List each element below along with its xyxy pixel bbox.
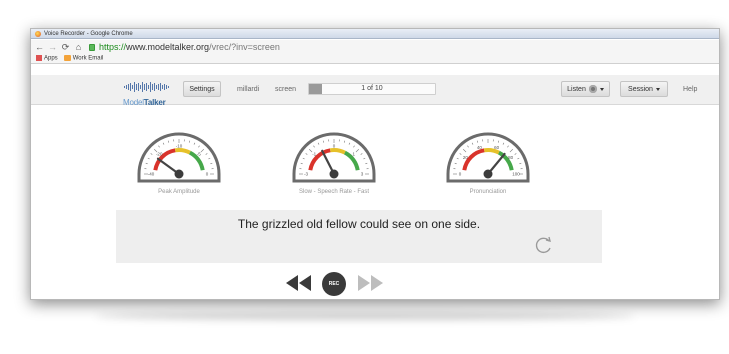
logo-wordmark: ModelTalker	[123, 98, 171, 107]
logo-text-model: Model	[123, 98, 144, 107]
settings-button-label: Settings	[189, 85, 215, 93]
listen-button-label: Listen	[567, 85, 586, 93]
prompt-panel: The grizzled old fellow could see on one…	[116, 210, 602, 263]
gauge-hub	[329, 169, 339, 179]
modeltalker-logo[interactable]: ModelTalker	[123, 79, 171, 107]
refresh-icon[interactable]	[534, 235, 554, 255]
url-host: www.modeltalker.org	[126, 42, 210, 52]
gauge-scale-label: -5	[197, 152, 201, 157]
home-icon[interactable]: ⌂	[74, 42, 83, 52]
gauge-scale-label: -40	[148, 172, 155, 177]
listen-button[interactable]: Listen	[561, 81, 610, 97]
pronunciation-gauge: 02040 6080100	[446, 132, 530, 183]
gauge-scale-label: -3	[304, 172, 308, 177]
bookmark-apps-label: Apps	[44, 55, 58, 62]
gauge-scale-label: 40	[477, 145, 483, 150]
reload-icon[interactable]: ⟳	[61, 42, 70, 52]
bookmark-work-email-label: Work Email	[72, 55, 104, 62]
logo-text-talker: Talker	[143, 98, 166, 107]
gauge-scale-label: -10	[176, 144, 183, 149]
waveform-logo-icon	[124, 82, 169, 92]
window-title: Voice Recorder - Google Chrome	[44, 30, 133, 37]
pronunciation-label: Pronunciation	[469, 189, 507, 195]
office-mail-icon	[63, 55, 71, 62]
username: millardi	[237, 86, 260, 93]
chrome-favicon-icon	[35, 30, 41, 37]
back-arrow-icon[interactable]: ←	[35, 42, 44, 52]
apps-grid-icon	[36, 55, 42, 62]
session-button[interactable]: Session	[620, 81, 668, 97]
settings-button[interactable]: Settings	[183, 81, 221, 97]
url-scheme: https://	[99, 42, 127, 52]
secure-lock-icon[interactable]	[89, 43, 95, 51]
session-button-label: Session	[628, 85, 653, 93]
window-drop-shadow	[95, 312, 635, 320]
gauge-scale-label: -20	[156, 152, 163, 157]
peak-amplitude-gauge: -40-20-10-50	[137, 132, 221, 183]
gauge-scale-label: 60	[494, 145, 500, 150]
bookmarks-bar: Apps Work Email	[31, 54, 719, 64]
gauge-scale-label: 80	[508, 155, 514, 160]
speech-rate-gauge: -3-1013	[292, 132, 376, 183]
peak-amplitude-label: Peak Amplitude	[158, 189, 200, 195]
chevron-down-icon	[599, 87, 604, 91]
browser-titlebar: Voice Recorder - Google Chrome	[31, 29, 719, 39]
gauge-scale-label: -1	[312, 152, 316, 157]
gauge-scale-label: 20	[463, 155, 469, 160]
gauge-scale-label: 100	[512, 172, 520, 177]
url-path: /vrec/?inv=screen	[209, 42, 280, 52]
app-navbar: ModelTalker Settings millardi screen 1 o…	[31, 75, 719, 107]
prompt-sentence: The grizzled old fellow could see on one…	[237, 217, 481, 231]
record-button-label: REC	[328, 281, 340, 287]
record-button[interactable]: REC	[322, 272, 346, 296]
fast-forward-icon[interactable]	[355, 271, 385, 295]
session-progress-bar: 1 of 10	[308, 83, 436, 95]
bookmark-work-email[interactable]: Work Email	[63, 55, 104, 62]
recording-controls: REC	[31, 271, 719, 296]
speech-rate-label: Slow - Speech Rate - Fast	[298, 189, 370, 195]
browser-window: Voice Recorder - Google Chrome ← → ⟳ ⌂ h…	[30, 28, 720, 300]
rewind-icon[interactable]	[284, 271, 314, 295]
progress-text: 1 of 10	[361, 85, 383, 92]
mode-label: screen	[275, 86, 297, 93]
url-field[interactable]: https://www.modeltalker.org/vrec/?inv=sc…	[99, 42, 280, 52]
gauge-hub	[174, 169, 184, 179]
help-link[interactable]: Help	[683, 86, 697, 93]
bookmark-apps[interactable]: Apps	[36, 55, 58, 62]
listen-indicator-icon	[588, 85, 597, 93]
gauge-hub	[483, 169, 493, 179]
address-bar: ← → ⟳ ⌂ https://www.modeltalker.org/vrec…	[31, 40, 719, 54]
chevron-down-icon	[655, 87, 660, 91]
forward-arrow-icon[interactable]: →	[48, 42, 57, 52]
